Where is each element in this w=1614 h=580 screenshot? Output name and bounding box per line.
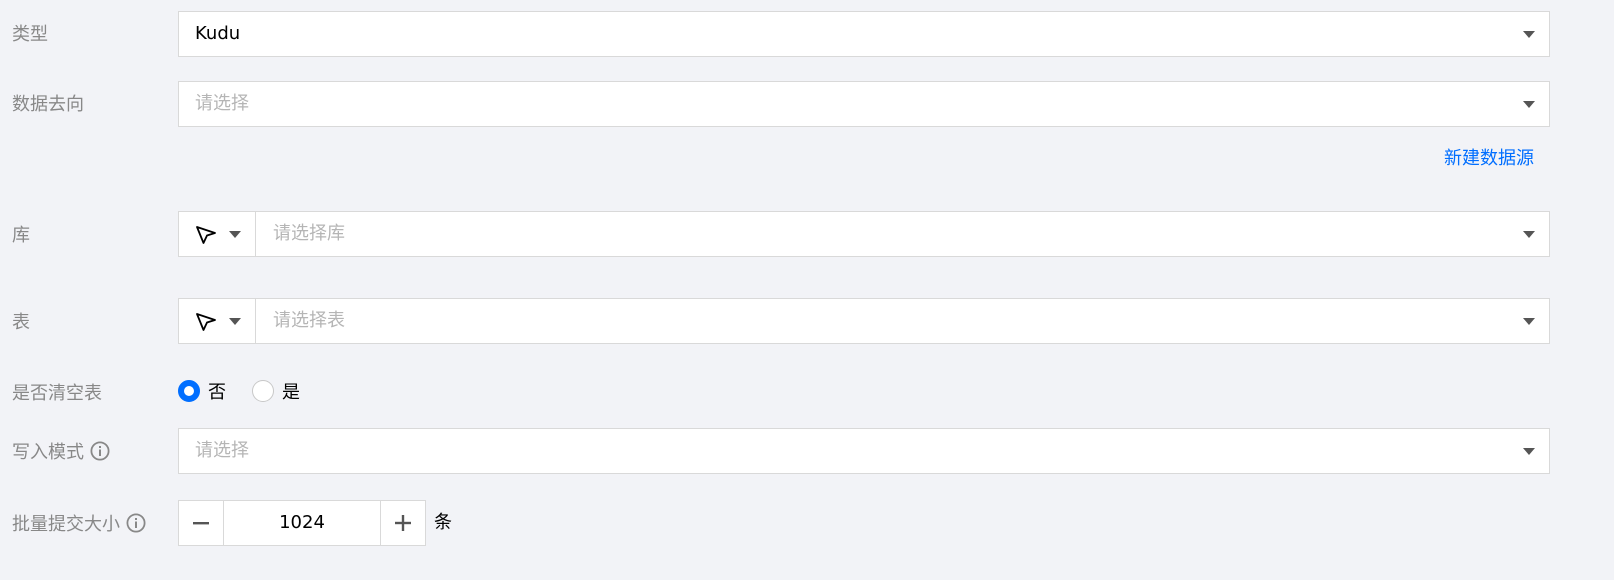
increment-button[interactable] [380, 500, 426, 546]
batch-size-input[interactable]: 1024 [224, 500, 380, 546]
chevron-down-icon [1523, 448, 1535, 455]
chevron-down-icon [1523, 318, 1535, 325]
clear-table-label: 是否清空表 [12, 383, 102, 404]
cursor-pointer-icon [196, 226, 216, 244]
chevron-down-icon [1523, 101, 1535, 108]
type-select[interactable]: Kudu [178, 11, 1550, 57]
batch-size-unit: 条 [434, 512, 452, 533]
table-select-placeholder[interactable]: 请选择表 [273, 299, 345, 343]
destination-select[interactable]: 请选择 [178, 81, 1550, 127]
type-select-value: Kudu [195, 23, 241, 44]
chevron-down-icon [229, 318, 241, 325]
minus-icon [193, 522, 209, 525]
write-mode-label: 写入模式 [12, 442, 84, 463]
decrement-button[interactable] [178, 500, 224, 546]
info-icon[interactable] [90, 441, 110, 461]
plus-icon [395, 515, 411, 531]
database-select-group: 请选择库 [178, 211, 1550, 257]
chevron-down-icon [1523, 231, 1535, 238]
destination-select-placeholder: 请选择 [195, 93, 249, 114]
chevron-down-icon [229, 231, 241, 238]
clear-table-radio-group: 否 是 [178, 376, 326, 406]
chevron-down-icon [1523, 31, 1535, 38]
destination-label: 数据去向 [12, 94, 84, 115]
clear-table-radio-yes[interactable]: 是 [252, 378, 300, 404]
radio-label: 否 [208, 382, 226, 403]
write-mode-select[interactable]: 请选择 [178, 428, 1550, 474]
database-mode-select[interactable] [179, 212, 256, 256]
table-select-group: 请选择表 [178, 298, 1550, 344]
info-icon[interactable] [126, 513, 146, 533]
new-datasource-link[interactable]: 新建数据源 [1444, 144, 1534, 170]
database-select-placeholder[interactable]: 请选择库 [273, 212, 345, 256]
batch-size-label-row: 批量提交大小 [12, 500, 146, 546]
table-mode-select[interactable] [179, 299, 256, 343]
radio-label: 是 [282, 382, 300, 403]
clear-table-radio-no[interactable]: 否 [178, 378, 226, 404]
cursor-pointer-icon [196, 313, 216, 331]
table-label: 表 [12, 312, 30, 333]
radio-checked-icon [178, 380, 200, 402]
batch-size-stepper: 1024 [178, 500, 426, 546]
type-label: 类型 [12, 24, 48, 45]
write-mode-label-row: 写入模式 [12, 428, 110, 474]
write-mode-select-placeholder: 请选择 [195, 440, 249, 461]
radio-unchecked-icon [252, 380, 274, 402]
database-label: 库 [12, 225, 30, 246]
batch-size-label: 批量提交大小 [12, 514, 120, 535]
